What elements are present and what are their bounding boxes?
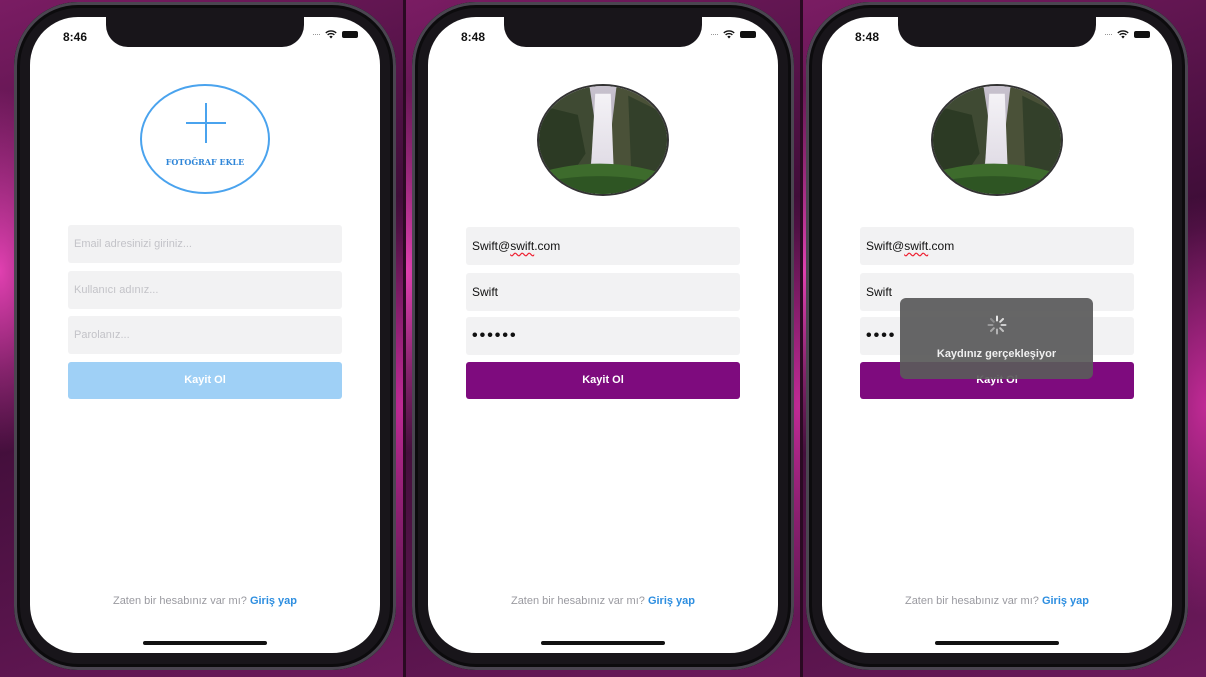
status-icons: ····	[710, 29, 756, 39]
email-field[interactable]: Swift@swift.com	[466, 227, 740, 265]
screenshot-panel-3: 8:48 ···· Swift@swift.com Swift •••• Kay…	[803, 0, 1206, 677]
email-field[interactable]: Swift@swift.com	[860, 227, 1134, 265]
screenshot-panel-1: 8:46 ···· FOTOĞRAF EKLE Email adresinizi…	[0, 0, 403, 677]
username-field[interactable]: Kullanıcı adınız...	[68, 271, 342, 309]
login-prompt: Zaten bir hesabınız var mı? Giriş yap	[822, 595, 1172, 607]
phone-frame: 8:48 ····	[412, 2, 794, 670]
login-link[interactable]: Giriş yap	[1042, 595, 1089, 607]
add-photo-label: FOTOĞRAF EKLE	[165, 157, 245, 167]
phone-screen: 8:48 ····	[822, 17, 1172, 653]
username-field[interactable]: Swift	[466, 273, 740, 311]
login-prompt-text: Zaten bir hesabınız var mı?	[904, 595, 1039, 607]
signal-icon: ····	[1104, 29, 1113, 39]
hud-label: Kaydınız gerçekleşiyor	[936, 348, 1057, 360]
spinner-icon	[987, 315, 1006, 335]
email-value-suffix: .com	[928, 239, 955, 253]
password-field[interactable]: Parolanız...	[68, 316, 342, 354]
battery-icon	[740, 30, 756, 38]
plus-icon-bar	[186, 122, 226, 124]
email-value-domain: swift	[904, 239, 929, 253]
wifi-icon	[1117, 29, 1129, 38]
login-prompt: Zaten bir hesabınız var mı? Giriş yap	[428, 595, 778, 607]
email-value-suffix: .com	[534, 239, 561, 253]
phone-frame: 8:48 ····	[806, 2, 1188, 670]
login-prompt-text: Zaten bir hesabınız var mı?	[112, 595, 247, 607]
status-time: 8:48	[855, 30, 880, 44]
email-value-domain: swift	[510, 239, 535, 253]
notch	[898, 17, 1096, 47]
add-photo-button[interactable]: FOTOĞRAF EKLE	[140, 84, 270, 194]
notch	[504, 17, 702, 47]
register-button[interactable]: Kayit Ol	[68, 362, 342, 399]
phone-frame: 8:46 ···· FOTOĞRAF EKLE Email adresinizi…	[14, 2, 396, 670]
progress-hud: Kaydınız gerçekleşiyor	[900, 298, 1093, 379]
home-indicator	[143, 641, 267, 645]
register-button[interactable]: Kayit Ol	[466, 362, 740, 399]
status-time: 8:46	[63, 30, 88, 44]
home-indicator	[935, 641, 1059, 645]
email-field[interactable]: Email adresinizi giriniz...	[68, 225, 342, 263]
signal-icon: ····	[710, 29, 719, 39]
battery-icon	[1134, 30, 1150, 38]
screenshot-panel-2: 8:48 ···· Swift@swift.com Swift •••••• K…	[406, 0, 800, 677]
profile-photo[interactable]	[537, 84, 669, 196]
status-icons: ····	[312, 29, 358, 39]
password-field[interactable]: ••••••	[466, 317, 740, 355]
signal-icon: ····	[312, 29, 321, 39]
email-value-prefix: Swift@	[472, 239, 511, 253]
profile-photo[interactable]	[931, 84, 1063, 196]
wifi-icon	[325, 29, 337, 38]
waterfall-photo-image	[933, 86, 1061, 194]
status-icons: ····	[1104, 29, 1150, 39]
home-indicator	[541, 641, 665, 645]
login-prompt-text: Zaten bir hesabınız var mı?	[510, 595, 645, 607]
email-value-prefix: Swift@	[866, 239, 905, 253]
waterfall-photo-image	[539, 86, 667, 194]
battery-icon	[342, 30, 358, 38]
login-link[interactable]: Giriş yap	[648, 595, 695, 607]
wifi-icon	[723, 29, 735, 38]
phone-screen: 8:46 ···· FOTOĞRAF EKLE Email adresinizi…	[30, 17, 380, 653]
login-link[interactable]: Giriş yap	[250, 595, 297, 607]
login-prompt: Zaten bir hesabınız var mı? Giriş yap	[30, 595, 380, 607]
phone-screen: 8:48 ····	[428, 17, 778, 653]
notch	[106, 17, 304, 47]
status-time: 8:48	[461, 30, 486, 44]
